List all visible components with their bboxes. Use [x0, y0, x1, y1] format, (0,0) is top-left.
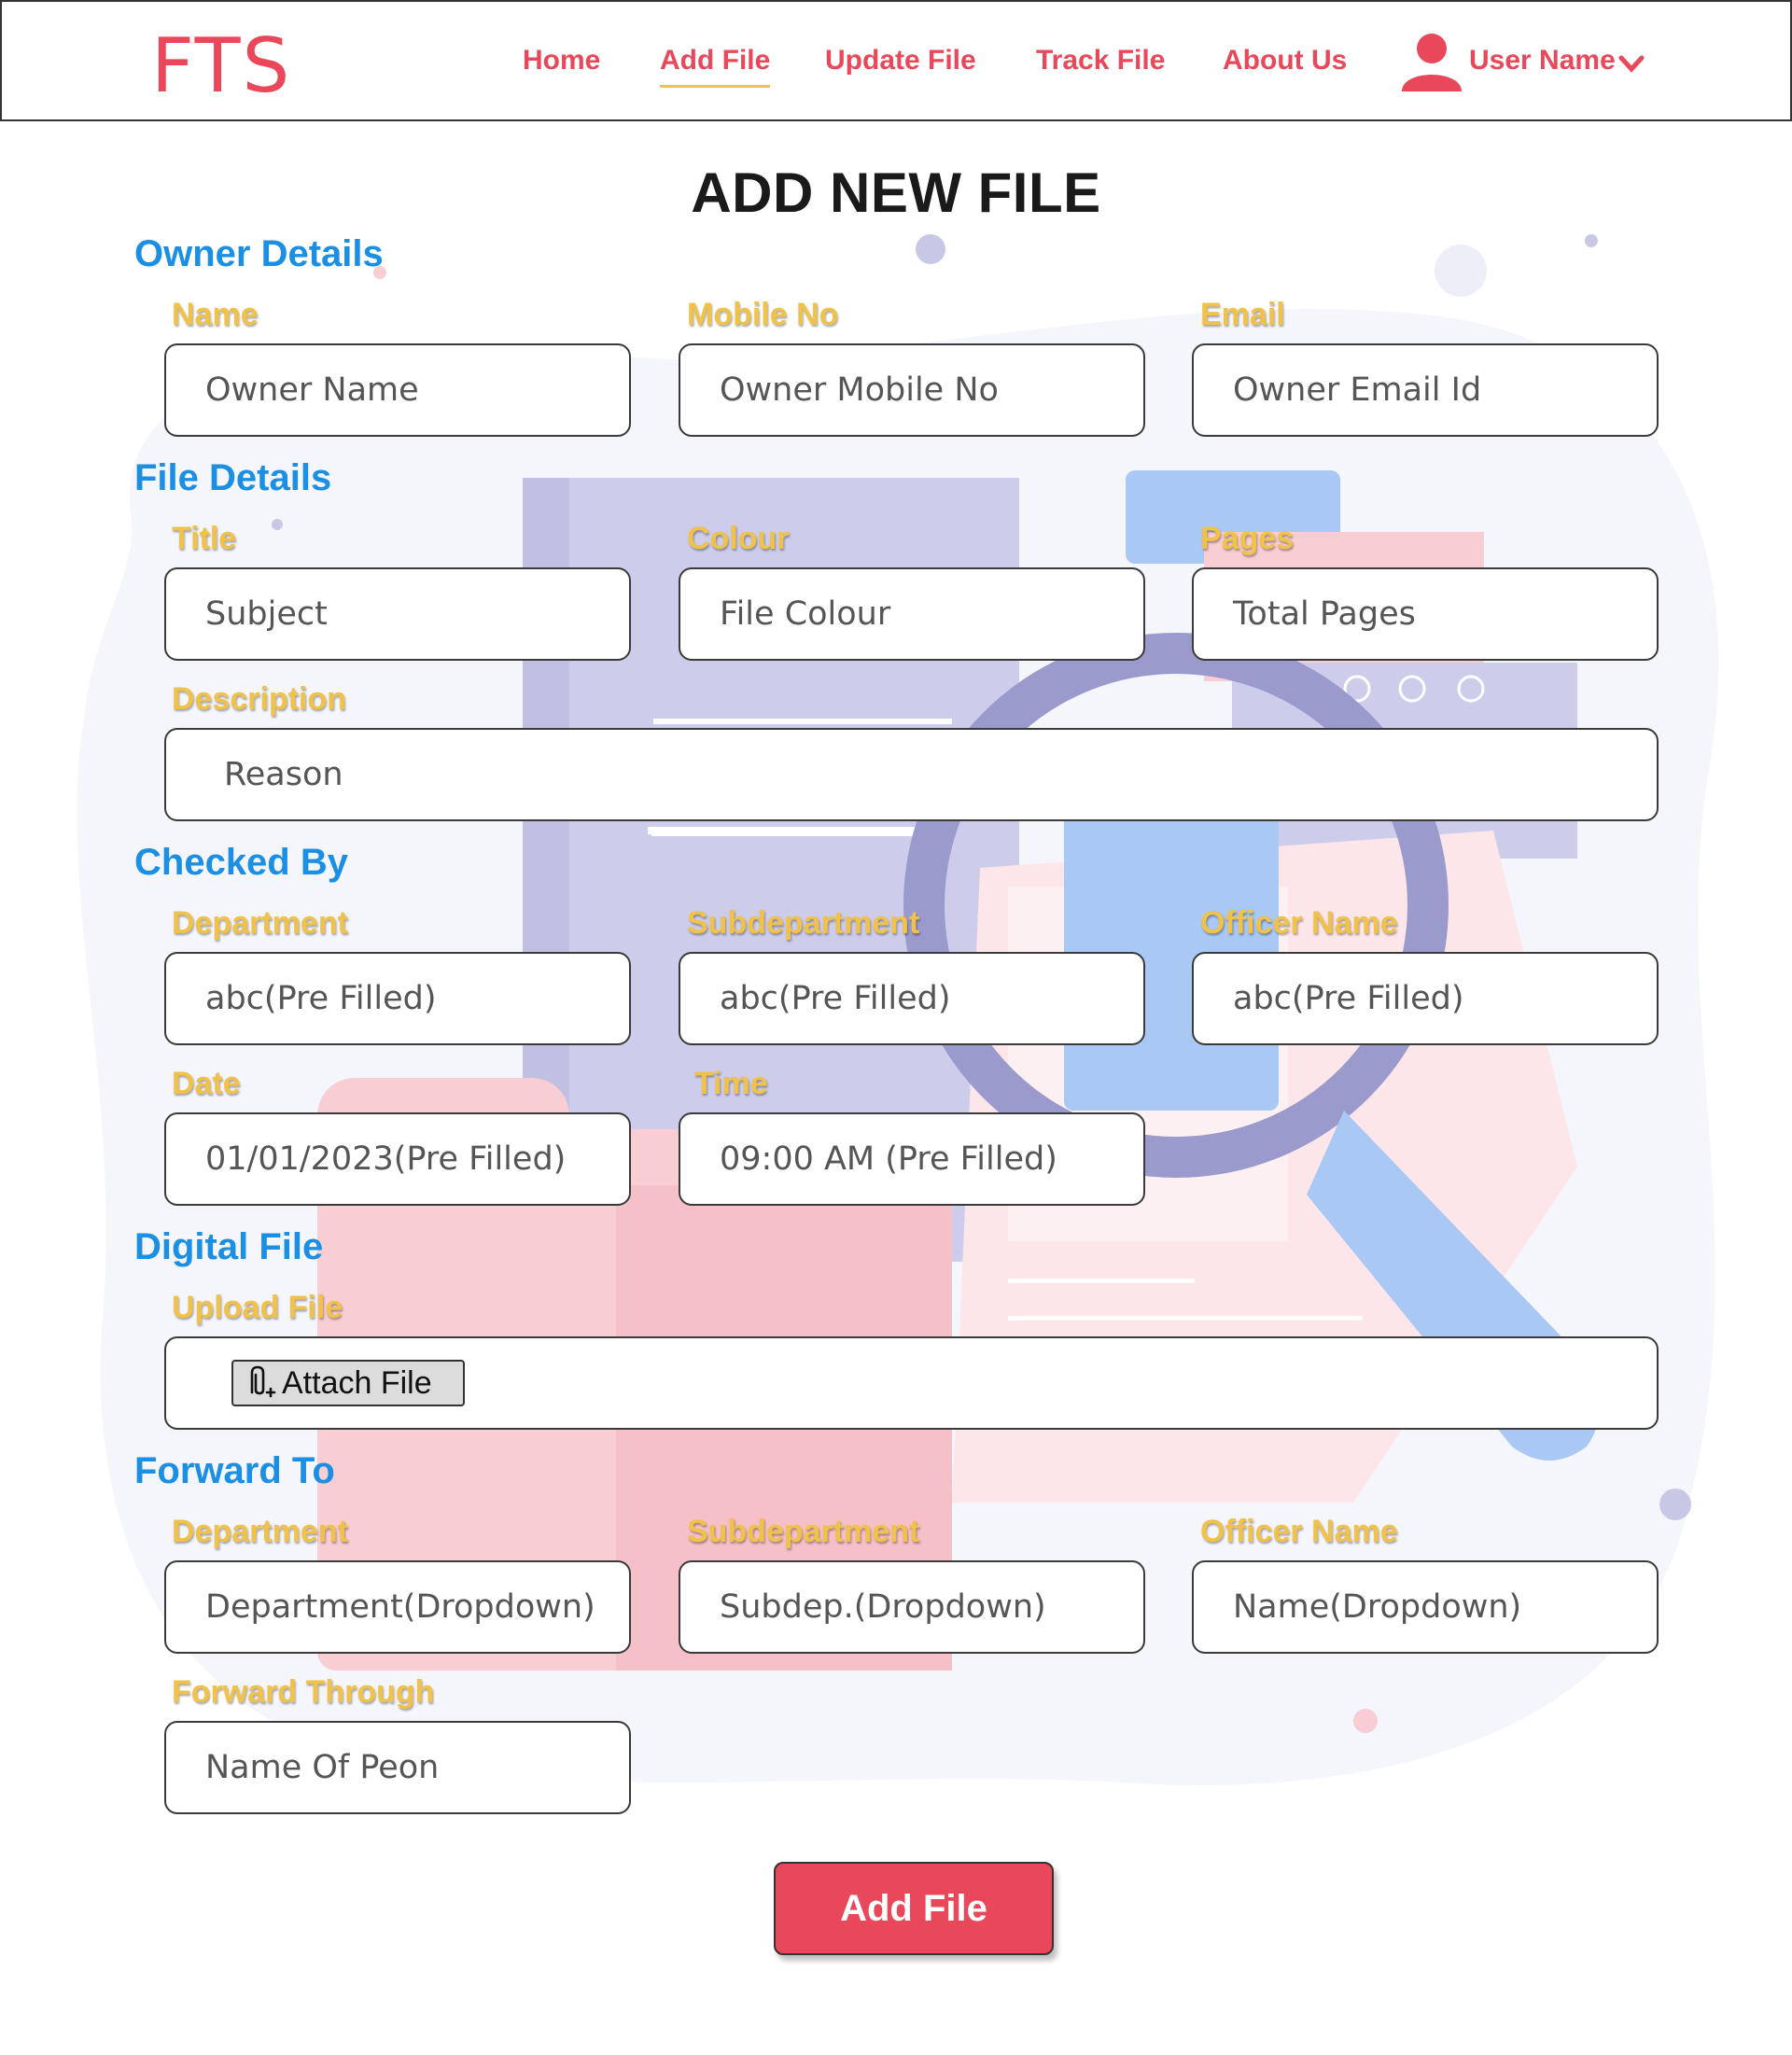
- top-navbar: FTS Home Add File Update File Track File…: [0, 0, 1792, 121]
- nav-add-file[interactable]: Add File: [660, 45, 771, 88]
- section-file-details: File Details: [134, 457, 332, 498]
- owner-mobile-label: Mobile No: [687, 297, 839, 332]
- nav-track-file[interactable]: Track File: [1036, 45, 1165, 77]
- nav-about-us[interactable]: About Us: [1223, 45, 1347, 77]
- nav-update-file[interactable]: Update File: [825, 45, 976, 77]
- checked-officer-field[interactable]: abc(Pre Filled): [1192, 952, 1659, 1045]
- file-description-label: Description: [172, 681, 347, 717]
- file-title-label: Title: [172, 521, 237, 556]
- owner-name-input[interactable]: Owner Name: [164, 343, 631, 437]
- checked-date-label: Date: [172, 1066, 241, 1101]
- forward-officer-label: Officer Name: [1200, 1514, 1398, 1549]
- nav-home[interactable]: Home: [523, 45, 600, 77]
- owner-email-label: Email: [1200, 297, 1285, 332]
- forward-department-label: Department: [172, 1514, 348, 1549]
- section-checked-by: Checked By: [134, 842, 348, 883]
- forward-subdepartment-label: Subdepartment: [687, 1514, 920, 1549]
- file-colour-label: Colour: [687, 521, 790, 556]
- checked-time-label: Time: [694, 1066, 768, 1101]
- file-pages-input[interactable]: Total Pages: [1192, 567, 1659, 661]
- checked-subdepartment-field[interactable]: abc(Pre Filled): [679, 952, 1145, 1045]
- owner-mobile-input[interactable]: Owner Mobile No: [679, 343, 1145, 437]
- chevron-down-icon[interactable]: [1618, 54, 1645, 73]
- forward-subdepartment-select[interactable]: Subdep.(Dropdown): [679, 1560, 1145, 1654]
- app-logo[interactable]: FTS: [151, 22, 291, 109]
- upload-file-label: Upload File: [172, 1290, 343, 1325]
- file-pages-label: Pages: [1200, 521, 1295, 556]
- checked-officer-label: Officer Name: [1200, 905, 1398, 941]
- forward-officer-select[interactable]: Name(Dropdown): [1192, 1560, 1659, 1654]
- forward-through-input[interactable]: Name Of Peon: [164, 1721, 631, 1814]
- file-description-input[interactable]: Reason: [164, 728, 1659, 821]
- section-owner-details: Owner Details: [134, 233, 384, 274]
- section-digital-file: Digital File: [134, 1226, 324, 1267]
- page-title: ADD NEW FILE: [691, 161, 1101, 224]
- checked-date-field[interactable]: 01/01/2023(Pre Filled): [164, 1112, 631, 1206]
- checked-time-field[interactable]: 09:00 AM (Pre Filled): [679, 1112, 1145, 1206]
- forward-department-select[interactable]: Department(Dropdown): [164, 1560, 631, 1654]
- attach-file-label: Attach File: [282, 1364, 432, 1401]
- file-colour-input[interactable]: File Colour: [679, 567, 1145, 661]
- forward-through-label: Forward Through: [172, 1674, 435, 1710]
- checked-department-label: Department: [172, 905, 348, 941]
- checked-subdepartment-label: Subdepartment: [687, 905, 920, 941]
- user-icon[interactable]: [1400, 32, 1463, 91]
- attach-file-button[interactable]: Attach File: [231, 1360, 465, 1406]
- add-file-submit-button[interactable]: Add File: [774, 1862, 1054, 1955]
- file-title-input[interactable]: Subject: [164, 567, 631, 661]
- user-name-menu[interactable]: User Name: [1469, 45, 1616, 77]
- section-forward-to: Forward To: [134, 1450, 335, 1491]
- paperclip-icon: [250, 1365, 276, 1398]
- checked-department-field[interactable]: abc(Pre Filled): [164, 952, 631, 1045]
- owner-name-label: Name: [172, 297, 259, 332]
- owner-email-input[interactable]: Owner Email Id: [1192, 343, 1659, 437]
